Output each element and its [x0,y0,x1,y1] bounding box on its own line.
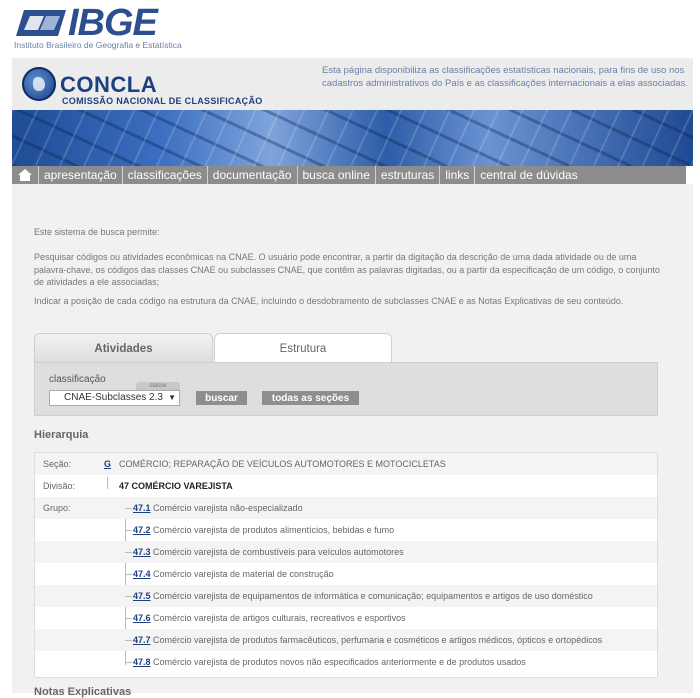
header-description: Esta página disponibiliza as classificaç… [322,65,688,89]
hierarquia-title: Hierarquia [34,429,89,441]
secao-description: COMÉRCIO; REPARAÇÃO DE VEÍCULOS AUTOMOTO… [119,459,446,469]
tree-connector [125,640,132,641]
ibge-brand: IBGE [68,2,158,44]
grupo-code-link[interactable]: 47.1 [133,503,151,513]
tree-connector [125,574,132,575]
nav-item-estruturas[interactable]: estruturas [376,166,441,184]
grupo-description: Comércio varejista não-especializado [153,503,303,513]
concla-title[interactable]: CONCLA [60,72,157,98]
ibge-tagline: Instituto Brasileiro de Geografia e Esta… [14,40,182,50]
table-row-grupo: 47.4 Comércio varejista de material de c… [35,563,657,585]
main-nav: apresentação classificações documentação… [12,166,686,184]
grupo-description: Comércio varejista de produtos farmacêut… [153,635,603,645]
table-row-grupo: 47.8 Comércio varejista de produtos novo… [35,651,657,673]
todas-as-secoes-button[interactable]: todas as seções [262,391,359,405]
nav-item-apresentacao[interactable]: apresentação [39,166,123,184]
ibge-logo[interactable]: IBGE Instituto Brasileiro de Geografia e… [14,2,182,50]
concla-subtitle: COMISSÃO NACIONAL DE CLASSIFICAÇÃO [62,96,263,106]
nav-item-classificacoes[interactable]: classificações [123,166,208,184]
grupo-description: Comércio varejista de artigos culturais,… [153,613,406,623]
search-form: classificação classe CNAE-Subclasses 2.3… [34,362,658,416]
nav-item-links[interactable]: links [440,166,476,184]
table-row-grupo: 47.3 Comércio varejista de combustíveis … [35,541,657,563]
header-banner-image [12,110,693,166]
table-row-grupo: Grupo: 47.1 Comércio varejista não-espec… [35,497,657,519]
grupo-code-link[interactable]: 47.2 [133,525,151,535]
grupo-code-link[interactable]: 47.6 [133,613,151,623]
table-row-grupo: 47.6 Comércio varejista de artigos cultu… [35,607,657,629]
grupo-code-link[interactable]: 47.4 [133,569,151,579]
secao-label: Seção: [43,459,72,469]
buscar-button[interactable]: buscar [196,391,247,405]
grupo-description: Comércio varejista de material de constr… [153,569,334,579]
concla-header: CONCLA COMISSÃO NACIONAL DE CLASSIFICAÇÃ… [12,58,693,110]
divisao-label: Divisão: [43,481,76,491]
grupo-code-link[interactable]: 47.3 [133,547,151,557]
tree-connector [125,508,132,509]
tree-connector [125,662,132,663]
tree-connector [125,530,132,531]
home-icon [18,169,32,181]
table-row-secao: Seção: G COMÉRCIO; REPARAÇÃO DE VEÍCULOS… [35,453,657,475]
globe-icon [22,67,56,101]
nav-item-central-de-duvidas[interactable]: central de dúvidas [475,166,582,184]
intro-heading: Este sistema de busca permite: [34,227,160,237]
tree-connector [107,477,108,489]
tree-connector [125,596,132,597]
notas-explicativas-title: Notas Explicativas [34,686,132,698]
ibge-logo-mark-icon [16,10,66,36]
nav-item-busca-online[interactable]: busca online [298,166,376,184]
tab-atividades[interactable]: Atividades [34,333,213,363]
divisao-description: 47 COMÉRCIO VAREJISTA [119,481,233,491]
classificacao-label: classificação [49,374,106,385]
grupo-description: Comércio varejista de produtos alimentíc… [153,525,395,535]
table-row-grupo: 47.2 Comércio varejista de produtos alim… [35,519,657,541]
classificacao-select[interactable]: CNAE-Subclasses 2.3 ▼ [49,390,180,406]
nav-item-documentacao[interactable]: documentação [208,166,298,184]
grupo-label: Grupo: [43,503,71,513]
secao-code-link[interactable]: G [104,459,111,469]
nav-home-button[interactable] [12,166,39,184]
grupo-description: Comércio varejista de produtos novos não… [153,657,526,667]
grupo-code-link[interactable]: 47.8 [133,657,151,667]
tab-estrutura[interactable]: Estrutura [214,333,392,363]
intro-paragraph-search: Pesquisar códigos ou atividades econômic… [34,252,660,287]
tree-connector [125,552,132,553]
main-content: Este sistema de busca permite: Pesquisar… [12,184,693,698]
hierarchy-table: Seção: G COMÉRCIO; REPARAÇÃO DE VEÍCULOS… [34,452,658,678]
grupo-description: Comércio varejista de combustíveis para … [153,547,404,557]
tree-connector [125,618,132,619]
classificacao-select-value: CNAE-Subclasses 2.3 [64,392,163,403]
grupo-code-link[interactable]: 47.5 [133,591,151,601]
table-row-divisao: Divisão: 47 COMÉRCIO VAREJISTA [35,475,657,497]
table-row-grupo: 47.5 Comércio varejista de equipamentos … [35,585,657,607]
grupo-code-link[interactable]: 47.7 [133,635,151,645]
intro-paragraph-position: Indicar a posição de cada código na estr… [34,296,624,306]
grupo-description: Comércio varejista de equipamentos de in… [153,591,593,601]
table-row-grupo: 47.7 Comércio varejista de produtos farm… [35,629,657,651]
chevron-down-icon: ▼ [168,393,176,402]
